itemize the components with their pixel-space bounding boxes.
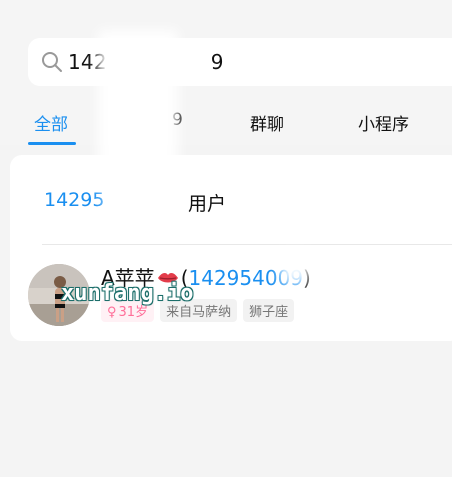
search-user-row[interactable]: 14295 用户 [20, 155, 452, 243]
watermark-text: xunfang.io [61, 281, 194, 306]
search-user-label: 用户 [188, 193, 227, 215]
age-label: 31岁 [118, 305, 149, 320]
tab-all[interactable]: 全部 [34, 110, 68, 135]
contact-number: 14295400 [188, 266, 291, 290]
redaction-blur [98, 30, 178, 190]
search-user-number: 14295 [44, 189, 105, 211]
search-header: 1429 全部 9 群聊 小程序 [0, 0, 452, 145]
divider [42, 244, 452, 245]
active-tab-indicator [28, 142, 76, 145]
redaction-blur [280, 252, 310, 284]
search-input[interactable]: 142 9 [28, 38, 452, 86]
search-query-suffix: 9 [210, 50, 224, 74]
search-results-screen: 1429 全部 9 群聊 小程序 14295 用户 [0, 0, 452, 477]
result-tabs: 全部 9 群聊 小程序 [0, 104, 452, 145]
female-icon: ♀ [107, 305, 117, 320]
tab-mini-program[interactable]: 小程序 [358, 110, 409, 135]
search-icon [42, 52, 62, 72]
tab-group-chat[interactable]: 群聊 [250, 110, 284, 135]
results-card: 14295 用户 A苹苹 (14295400 ♀ 31岁 来自马萨纳 狮子座 [10, 155, 452, 341]
redaction-blur [105, 190, 177, 218]
zodiac-badge: 狮子座 [243, 299, 295, 322]
